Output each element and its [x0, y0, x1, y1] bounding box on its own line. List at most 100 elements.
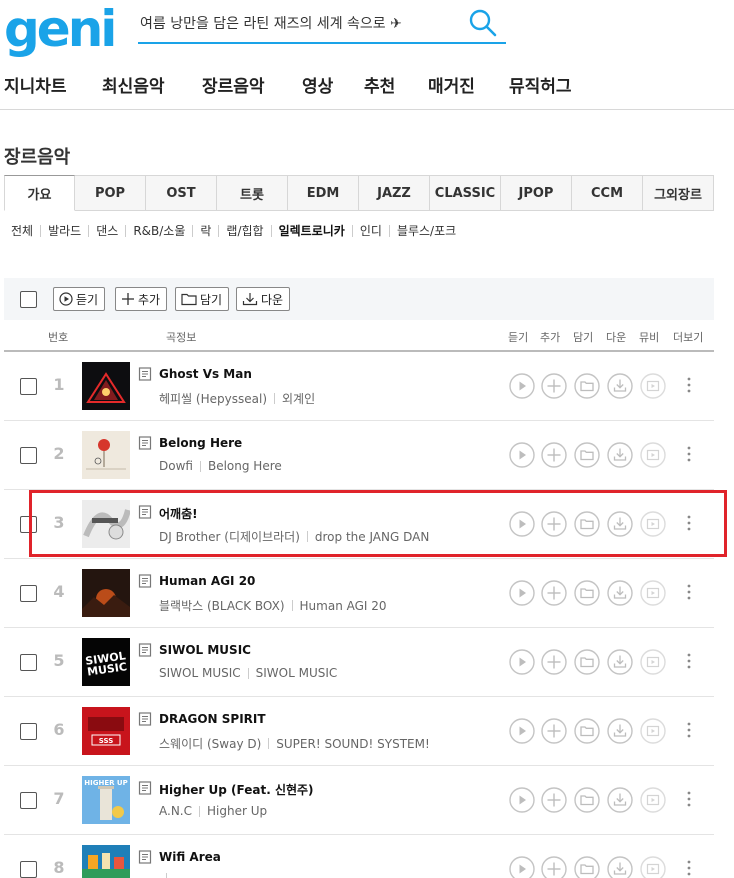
album-cover[interactable]: SIWOL MUSIC: [82, 638, 130, 686]
song-title[interactable]: Human AGI 20: [159, 574, 255, 588]
tab-jazz[interactable]: JAZZ: [359, 175, 430, 211]
mv-button[interactable]: [640, 511, 666, 537]
select-all-checkbox[interactable]: [20, 291, 37, 308]
save-button[interactable]: [574, 580, 600, 606]
nav-recommend[interactable]: 추천: [364, 72, 395, 97]
album-cover[interactable]: [82, 500, 130, 548]
download-button[interactable]: [607, 856, 633, 878]
download-selected-button[interactable]: 다운: [236, 287, 291, 311]
tab-ost[interactable]: OST: [146, 175, 217, 211]
album-cover[interactable]: [82, 431, 130, 479]
nav-new-music[interactable]: 최신음악: [102, 72, 165, 97]
mv-button[interactable]: [640, 649, 666, 675]
play-button[interactable]: [509, 373, 535, 399]
play-button[interactable]: [509, 511, 535, 537]
lyrics-icon[interactable]: [138, 436, 152, 450]
album-link[interactable]: drop the JANG DAN: [315, 530, 429, 544]
tab-jpop[interactable]: JPOP: [501, 175, 572, 211]
add-selected-button[interactable]: 추가: [115, 287, 168, 311]
more-options-icon[interactable]: [684, 651, 694, 671]
subgenre-blues-folk[interactable]: 블루스/포크: [397, 222, 456, 239]
more-options-icon[interactable]: [684, 789, 694, 809]
song-title[interactable]: 어깨춤!: [159, 505, 198, 522]
genie-logo[interactable]: genie: [4, 2, 116, 58]
artist-link[interactable]: 헤피씰 (Hepysseal): [159, 390, 267, 407]
album-link[interactable]: SIWOL MUSIC: [256, 666, 338, 680]
more-options-icon[interactable]: [684, 513, 694, 533]
play-button[interactable]: [509, 580, 535, 606]
subgenre-indie[interactable]: 인디: [360, 222, 382, 239]
download-button[interactable]: [607, 511, 633, 537]
album-link[interactable]: Belong Here: [208, 459, 282, 473]
tab-other-genres[interactable]: 그외장르: [643, 175, 714, 211]
subgenre-dance[interactable]: 댄스: [96, 222, 118, 239]
play-button[interactable]: [509, 442, 535, 468]
artist-link[interactable]: 블랙박스 (BLACK BOX): [159, 597, 285, 614]
save-button[interactable]: [574, 718, 600, 744]
song-checkbox[interactable]: [20, 447, 37, 464]
tab-pop[interactable]: POP: [75, 175, 146, 211]
search-input[interactable]: [138, 6, 448, 40]
play-selected-button[interactable]: 듣기: [53, 287, 106, 311]
tab-trot[interactable]: 트롯: [217, 175, 288, 211]
save-button[interactable]: [574, 787, 600, 813]
lyrics-icon[interactable]: [138, 850, 152, 864]
more-options-icon[interactable]: [684, 720, 694, 740]
save-selected-button[interactable]: 담기: [175, 287, 230, 311]
search-icon[interactable]: [468, 8, 498, 38]
album-cover[interactable]: [82, 845, 130, 878]
tab-edm[interactable]: EDM: [288, 175, 359, 211]
download-button[interactable]: [607, 373, 633, 399]
download-button[interactable]: [607, 787, 633, 813]
download-button[interactable]: [607, 580, 633, 606]
song-checkbox[interactable]: [20, 585, 37, 602]
add-button[interactable]: [541, 511, 567, 537]
mv-button[interactable]: [640, 442, 666, 468]
tab-classic[interactable]: CLASSIC: [430, 175, 501, 211]
song-checkbox[interactable]: [20, 861, 37, 878]
add-button[interactable]: [541, 373, 567, 399]
subgenre-rap-hiphop[interactable]: 랩/힙합: [226, 222, 263, 239]
mv-button[interactable]: [640, 718, 666, 744]
play-button[interactable]: [509, 718, 535, 744]
more-options-icon[interactable]: [684, 444, 694, 464]
subgenre-electronica[interactable]: 일렉트로니카: [279, 222, 345, 239]
more-options-icon[interactable]: [684, 858, 694, 878]
artist-link[interactable]: Dowfi: [159, 459, 193, 473]
add-button[interactable]: [541, 580, 567, 606]
song-title[interactable]: Belong Here: [159, 436, 242, 450]
download-button[interactable]: [607, 649, 633, 675]
artist-link[interactable]: A.N.C: [159, 804, 192, 818]
add-button[interactable]: [541, 856, 567, 878]
subgenre-rnb-soul[interactable]: R&B/소울: [133, 222, 185, 239]
lyrics-icon[interactable]: [138, 505, 152, 519]
album-link[interactable]: 외계인: [282, 390, 315, 407]
album-link[interactable]: Higher Up: [207, 804, 267, 818]
subgenre-all[interactable]: 전체: [11, 222, 33, 239]
song-checkbox[interactable]: [20, 792, 37, 809]
artist-link[interactable]: DJ Brother (디제이브라더): [159, 528, 300, 545]
nav-video[interactable]: 영상: [302, 72, 333, 97]
album-cover[interactable]: [82, 569, 130, 617]
song-title[interactable]: DRAGON SPIRIT: [159, 712, 266, 726]
save-button[interactable]: [574, 856, 600, 878]
tab-kpop[interactable]: 가요: [4, 175, 75, 211]
play-button[interactable]: [509, 787, 535, 813]
song-title[interactable]: Ghost Vs Man: [159, 367, 252, 381]
nav-chart[interactable]: 지니차트: [4, 72, 67, 97]
song-checkbox[interactable]: [20, 723, 37, 740]
subgenre-rock[interactable]: 락: [200, 222, 211, 239]
nav-genre-music[interactable]: 장르음악: [202, 72, 265, 97]
song-checkbox[interactable]: [20, 378, 37, 395]
download-button[interactable]: [607, 718, 633, 744]
mv-button[interactable]: [640, 373, 666, 399]
song-checkbox[interactable]: [20, 516, 37, 533]
save-button[interactable]: [574, 442, 600, 468]
add-button[interactable]: [541, 649, 567, 675]
lyrics-icon[interactable]: [138, 643, 152, 657]
lyrics-icon[interactable]: [138, 712, 152, 726]
song-checkbox[interactable]: [20, 654, 37, 671]
song-title[interactable]: Wifi Area: [159, 850, 221, 864]
add-button[interactable]: [541, 787, 567, 813]
play-button[interactable]: [509, 649, 535, 675]
